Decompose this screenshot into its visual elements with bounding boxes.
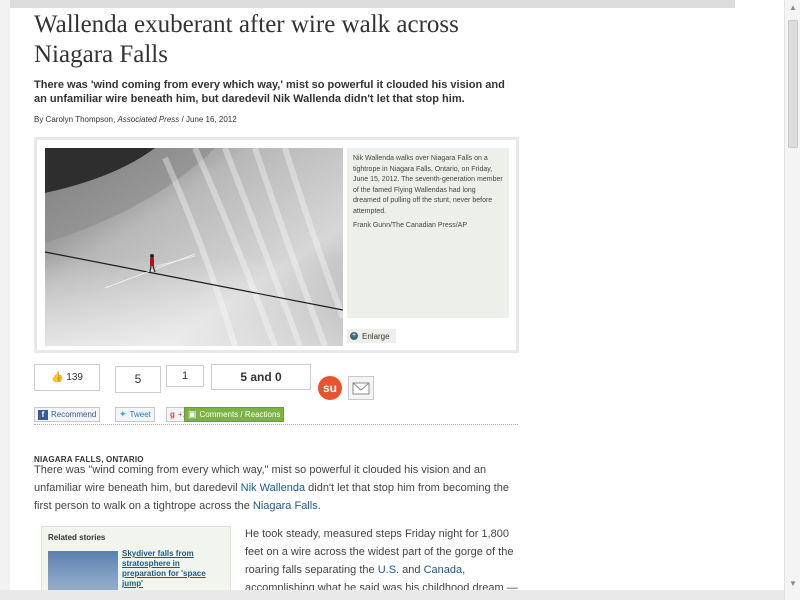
body-paragraph-2: He took steady, measured steps Friday ni… xyxy=(245,528,518,594)
article-headline: Wallenda exuberant after wire walk acros… xyxy=(34,11,459,68)
byline-source: Associated Press xyxy=(117,115,180,124)
facebook-recommend-button[interactable]: f Recommend xyxy=(34,407,101,422)
browser-top-bar xyxy=(0,0,735,8)
article-photo[interactable] xyxy=(45,148,343,346)
facebook-icon: f xyxy=(38,409,48,420)
scroll-down-arrow-icon[interactable]: ▼ xyxy=(789,579,797,588)
horizontal-scrollbar[interactable] xyxy=(0,590,784,600)
link-us[interactable]: U.S. xyxy=(378,564,399,576)
photo-caption: Nik Wallenda walks over Niagara Falls on… xyxy=(353,155,503,215)
tweet-count: 5 xyxy=(115,366,161,393)
related-stories-title: Related stories xyxy=(48,533,106,542)
related-stories-box: Related stories Skydiver falls from stra… xyxy=(41,526,231,600)
article: Wallenda exuberant after wire walk acros… xyxy=(34,10,520,600)
byline: By Carolyn Thompson, Associated Press / … xyxy=(34,115,520,127)
page-left-margin xyxy=(0,0,10,600)
google-plus-icon: g xyxy=(170,410,175,419)
twitter-bird-icon: ✦ xyxy=(119,409,127,419)
plusone-count: 1 xyxy=(166,365,204,387)
facebook-like-count: 👍 139 xyxy=(34,364,100,391)
comments-count: 5 and 0 xyxy=(211,364,311,390)
comments-label: Comments / Reactions xyxy=(199,410,281,419)
recommend-label: Recommend xyxy=(51,410,97,419)
link-canada[interactable]: Canada xyxy=(424,564,463,576)
scroll-up-arrow-icon[interactable]: ▲ xyxy=(789,3,797,12)
photo-caption-panel: Nik Wallenda walks over Niagara Falls on… xyxy=(347,148,509,318)
share-bar: 👍 139 5 1 5 and 0 su f Recommend ✦ Tweet… xyxy=(34,364,520,422)
related-story-link[interactable]: Skydiver falls from stratosphere in prep… xyxy=(122,549,222,589)
enlarge-button[interactable]: + Enlarge xyxy=(347,329,396,343)
body-paragraph-1: There was "wind coming from every which … xyxy=(34,464,509,512)
email-button[interactable] xyxy=(348,376,374,400)
photo-credit: Frank Gunn/The Canadian Press/AP xyxy=(353,222,468,229)
stumbleupon-button[interactable]: su xyxy=(318,376,342,400)
section-divider xyxy=(34,424,518,425)
vertical-scrollbar[interactable]: ▲ ▼ xyxy=(784,0,800,600)
article-subhead: There was 'wind coming from every which … xyxy=(34,79,505,105)
speech-bubble-icon: ▣ xyxy=(188,409,197,419)
byline-date: / June 16, 2012 xyxy=(181,115,237,124)
byline-author: By Carolyn Thompson, xyxy=(34,115,116,124)
stumbleupon-icon: su xyxy=(322,381,337,395)
comments-reactions-button[interactable]: ▣ Comments / Reactions xyxy=(184,407,285,422)
niagara-falls-photo xyxy=(45,148,343,346)
thumbs-up-icon: 👍 xyxy=(51,372,64,383)
link-niagara-falls[interactable]: Niagara Falls xyxy=(253,500,318,512)
envelope-icon xyxy=(352,382,370,395)
plus-circle-icon: + xyxy=(350,332,358,340)
link-nik-wallenda[interactable]: Nik Wallenda xyxy=(241,482,305,494)
tweet-button[interactable]: ✦ Tweet xyxy=(115,407,155,422)
scrollbar-thumb[interactable] xyxy=(788,20,798,148)
tweet-label: Tweet xyxy=(129,410,151,419)
photo-module: Nik Wallenda walks over Niagara Falls on… xyxy=(34,137,519,353)
like-count-value: 139 xyxy=(66,372,83,383)
enlarge-label: Enlarge xyxy=(362,331,390,341)
